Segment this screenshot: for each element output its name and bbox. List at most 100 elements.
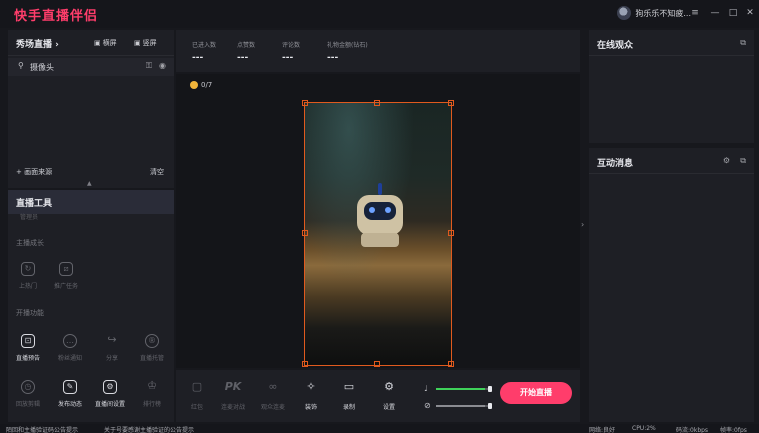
share-icon: ↪ — [107, 333, 117, 346]
source-label: 摄像头 — [30, 63, 54, 72]
link-icon: ∞ — [268, 380, 278, 393]
collapse-up-icon[interactable]: ▲ — [87, 180, 92, 187]
tool-hot[interactable]: ↻ 上热门 — [12, 262, 44, 290]
status-notice-1[interactable]: 陌回和主播验证码公告提示 — [6, 425, 78, 433]
resize-handle[interactable] — [374, 100, 380, 106]
video-camera-icon: ▭ — [343, 380, 355, 393]
chevron-right-icon: › — [55, 40, 59, 50]
microphone-icon[interactable]: ♩ — [424, 384, 428, 393]
pk-battle-button[interactable]: PK 连麦对战 — [218, 380, 248, 411]
tool-fan-notify[interactable]: … 粉丝通知 — [54, 334, 86, 362]
source-item-camera[interactable]: ⚲ 摄像头 ⚿ ◉ — [8, 58, 174, 76]
tool-post-update[interactable]: ✎ 发布动态 — [54, 380, 86, 408]
start-live-button[interactable]: 开始直播 — [500, 382, 572, 404]
audience-link-button[interactable]: ∞ 观众连麦 — [258, 380, 288, 411]
tool-replay-clip[interactable]: ◷ 回放剪辑 — [12, 380, 44, 408]
user-area[interactable]: 狗乐乐不知疲... — [617, 6, 691, 20]
coin-icon — [190, 81, 198, 89]
hot-icon: ↻ — [21, 262, 35, 276]
stats-bar: 已进入数 --- 点赞数 --- 评论数 --- 礼物金额(钻石) --- — [176, 30, 580, 72]
pk-icon: PK — [224, 380, 242, 393]
status-network: 网络:良好 — [589, 427, 616, 433]
status-notice-2[interactable]: 关于号要感谢主播验证的公告提示 — [104, 425, 194, 433]
app-window: 快手直播伴侣 狗乐乐不知疲... ≡ — □ ✕ 秀场直播 › ▣ 横屏 ▣ 竖… — [0, 0, 759, 433]
add-source-button[interactable]: + 画面来源 — [16, 167, 52, 177]
edit-icon: ✎ — [63, 380, 77, 394]
mic-slider-knob[interactable] — [488, 386, 492, 392]
record-button[interactable]: ▭ 录制 — [334, 380, 364, 411]
settings-button[interactable]: ⚙ 设置 — [374, 380, 404, 411]
gear-icon: ⚙ — [384, 380, 394, 393]
status-bitrate: 码流:0kbps — [676, 427, 709, 433]
expand-right-icon[interactable]: › — [581, 220, 584, 229]
close-button[interactable]: ✕ — [744, 6, 756, 20]
camera-preview[interactable] — [304, 102, 452, 366]
tools-title: 直播工具 — [16, 199, 53, 209]
speaker-muted-icon[interactable]: ⊘ — [424, 401, 431, 410]
hosting-icon: ® — [145, 334, 159, 348]
maximize-button[interactable]: □ — [727, 6, 739, 20]
robot-legs — [361, 233, 399, 247]
resize-handle[interactable] — [374, 361, 380, 367]
scene-header: 秀场直播 › ▣ 横屏 ▣ 竖屏 — [8, 30, 174, 56]
landscape-button[interactable]: ▣ 竖屏 — [134, 38, 157, 48]
resize-handle[interactable] — [448, 100, 454, 106]
resize-handle[interactable] — [448, 230, 454, 236]
decorate-button[interactable]: ✧ 装饰 — [296, 380, 326, 411]
avatar[interactable] — [617, 6, 632, 20]
stat-comments: 评论数 --- — [282, 42, 301, 63]
viewers-header: 在线观众 ⧉ — [589, 30, 754, 56]
speaker-level-fill — [436, 405, 485, 407]
speaker-track[interactable] — [436, 403, 492, 409]
resize-handle[interactable] — [302, 361, 308, 367]
menu-icon[interactable]: ≡ — [689, 6, 701, 20]
mic-level-fill — [436, 388, 485, 390]
resize-handle[interactable] — [448, 361, 454, 367]
speaker-slider-knob[interactable] — [488, 403, 492, 409]
left-panel: 秀场直播 › ▣ 横屏 ▣ 竖屏 ⚲ 摄像头 ⚿ ◉ + 画面来源 清空 ▲ 直… — [8, 30, 174, 422]
gear-icon[interactable]: ⚙ — [723, 156, 730, 165]
app-title: 快手直播伴侣 — [14, 9, 99, 24]
robot-eye — [369, 207, 375, 213]
tool-ranking[interactable]: ♔ 排行榜 — [136, 379, 168, 409]
resize-handle[interactable] — [302, 230, 308, 236]
tools-header: 直播工具 — [8, 190, 174, 214]
resize-handle[interactable] — [302, 100, 308, 106]
popout-icon[interactable]: ⧉ — [740, 38, 746, 48]
red-packet-button[interactable]: ▢ 红包 — [182, 380, 212, 411]
stat-likes: 点赞数 --- — [237, 42, 256, 63]
popout-icon[interactable]: ⧉ — [740, 156, 746, 166]
tool-promo-task[interactable]: ⧄ 推广任务 — [50, 262, 82, 290]
status-cpu: CPU:2% — [632, 425, 656, 432]
clear-button[interactable]: 清空 — [150, 167, 164, 177]
tool-share[interactable]: ↪ 分享 — [96, 333, 128, 363]
red-packet-icon: ▢ — [191, 380, 203, 393]
trophy-icon: ♔ — [147, 379, 157, 392]
user-name[interactable]: 狗乐乐不知疲... — [635, 8, 691, 19]
tool-live-preview[interactable]: ⊡ 直播预告 — [12, 334, 44, 362]
screen-icon: ▣ — [134, 39, 141, 47]
status-bar: 陌回和主播验证码公告提示 关于号要感谢主播验证的公告提示 网络:良好 CPU:2… — [0, 424, 759, 433]
viewers-title: 在线观众 — [597, 41, 634, 51]
preview-icon: ⊡ — [21, 334, 35, 348]
scene-title[interactable]: 秀场直播 › — [16, 37, 59, 50]
title-bar: 快手直播伴侣 狗乐乐不知疲... ≡ — □ ✕ — [0, 0, 759, 28]
room-settings-icon: ⚙ — [103, 380, 117, 394]
minimize-button[interactable]: — — [709, 6, 721, 20]
portrait-button[interactable]: ▣ 横屏 — [94, 38, 117, 48]
eye-icon[interactable]: ◉ — [159, 61, 166, 70]
tools-panel: 直播工具 管理员 主播成长 ↻ 上热门 ⧄ 推广任务 开播功能 ⊡ 直播预告 …… — [8, 190, 174, 422]
lock-icon[interactable]: ⚿ — [146, 61, 152, 71]
stat-gifts: 礼物金额(钻石) --- — [327, 42, 368, 63]
task-icon: ⧄ — [59, 262, 73, 276]
section-anchor-growth: 主播成长 — [16, 239, 44, 247]
robot-eye — [385, 207, 391, 213]
replay-icon: ◷ — [21, 380, 35, 394]
mic-track[interactable] — [436, 386, 492, 392]
tool-room-settings[interactable]: ⚙ 直播间设置 — [94, 380, 126, 408]
preview-stage: 0/7 — [176, 74, 580, 368]
status-fps: 帧率:0fps — [720, 427, 747, 433]
right-panel: 在线观众 ⧉ 互动消息 ⚙ ⧉ — [589, 30, 754, 422]
tool-hosting[interactable]: ® 直播托管 — [136, 334, 168, 362]
messages-title: 互动消息 — [597, 159, 634, 169]
